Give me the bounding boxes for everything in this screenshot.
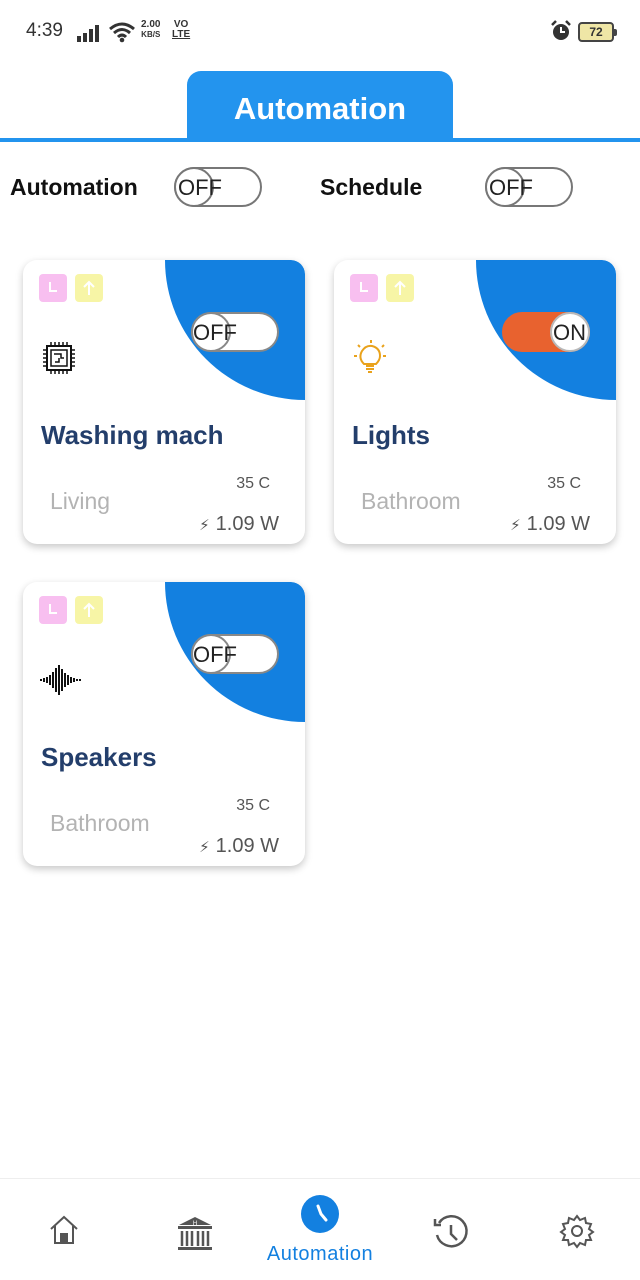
device-temp: 35 C bbox=[236, 797, 270, 814]
device-room: Bathroom bbox=[50, 810, 150, 836]
arrow-up-badge-icon[interactable] bbox=[386, 274, 414, 302]
signal-icon bbox=[77, 24, 103, 47]
bolt-icon: ⚡︎ bbox=[510, 517, 521, 534]
status-bar: 4:39 2.00 KB/S VO LTE 72 bbox=[0, 0, 640, 64]
device-room: Living bbox=[50, 488, 111, 514]
speed-value: 2.00 bbox=[141, 19, 161, 30]
volte-indicator: VO LTE bbox=[172, 20, 190, 40]
nav-automation[interactable] bbox=[301, 1195, 339, 1233]
schedule-badge-icon[interactable] bbox=[39, 274, 67, 302]
device-name: Lights bbox=[352, 420, 430, 450]
device-toggle[interactable]: ON bbox=[502, 312, 590, 352]
device-toggle-state: ON bbox=[553, 320, 586, 345]
device-room: Bathroom bbox=[361, 488, 461, 514]
light-bulb-icon bbox=[350, 338, 390, 378]
schedule-badge-icon[interactable] bbox=[39, 596, 67, 624]
bolt-icon: ⚡︎ bbox=[199, 839, 210, 856]
device-power-value: 1.09 W bbox=[526, 513, 590, 535]
device-card-lights[interactable]: ON Lights Bathroom 35 C ⚡︎ 1.09 W bbox=[334, 260, 616, 544]
device-card-speakers[interactable]: OFF Speakers Bathroom 35 C ⚡︎ 1.09 W bbox=[23, 582, 305, 866]
arrow-up-badge-icon[interactable] bbox=[75, 274, 103, 302]
alarm-icon bbox=[550, 20, 572, 47]
device-temp: 35 C bbox=[547, 475, 581, 492]
automation-toggle-state: OFF bbox=[178, 175, 222, 200]
device-name: Speakers bbox=[41, 742, 157, 772]
schedule-label: Schedule bbox=[320, 174, 423, 200]
device-power: ⚡︎ 1.09 W bbox=[199, 835, 279, 858]
device-power-value: 1.09 W bbox=[215, 835, 279, 857]
bolt-icon: ⚡︎ bbox=[199, 517, 210, 534]
home-icon bbox=[50, 1215, 78, 1244]
device-power: ⚡︎ 1.09 W bbox=[199, 513, 279, 536]
schedule-toggle-state: OFF bbox=[489, 175, 533, 200]
speed-unit: KB/S bbox=[141, 30, 161, 39]
device-toggle-state: OFF bbox=[193, 642, 237, 667]
schedule-badge-icon[interactable] bbox=[350, 274, 378, 302]
network-speed: 2.00 KB/S bbox=[141, 20, 160, 40]
volte-bottom: LTE bbox=[172, 29, 191, 40]
svg-text:H: H bbox=[193, 1221, 197, 1227]
tab-automation[interactable]: Automation bbox=[187, 71, 453, 141]
arrow-up-badge-icon[interactable] bbox=[75, 596, 103, 624]
device-power: ⚡︎ 1.09 W bbox=[510, 513, 590, 536]
clock-icon bbox=[316, 1204, 328, 1222]
sound-wave-icon bbox=[39, 660, 81, 700]
battery-indicator: 72 bbox=[578, 22, 617, 42]
wifi-icon bbox=[109, 21, 135, 48]
tab-underline bbox=[0, 138, 640, 142]
device-name: Washing mach bbox=[41, 420, 224, 450]
automation-label: Automation bbox=[10, 174, 138, 200]
device-toggle[interactable]: OFF bbox=[191, 312, 279, 352]
circuit-chip-icon bbox=[39, 338, 79, 378]
automation-toggle[interactable]: OFF bbox=[174, 167, 262, 207]
nav-automation-label[interactable]: Automation bbox=[0, 1243, 640, 1266]
device-temp: 35 C bbox=[236, 475, 270, 492]
device-power-value: 1.09 W bbox=[215, 513, 279, 535]
device-toggle[interactable]: OFF bbox=[191, 634, 279, 674]
status-time: 4:39 bbox=[26, 20, 63, 41]
device-toggle-state: OFF bbox=[193, 320, 237, 345]
device-card-washing-machine[interactable]: OFF Washing mach Living 35 C ⚡︎ 1.09 W bbox=[23, 260, 305, 544]
schedule-toggle[interactable]: OFF bbox=[485, 167, 573, 207]
